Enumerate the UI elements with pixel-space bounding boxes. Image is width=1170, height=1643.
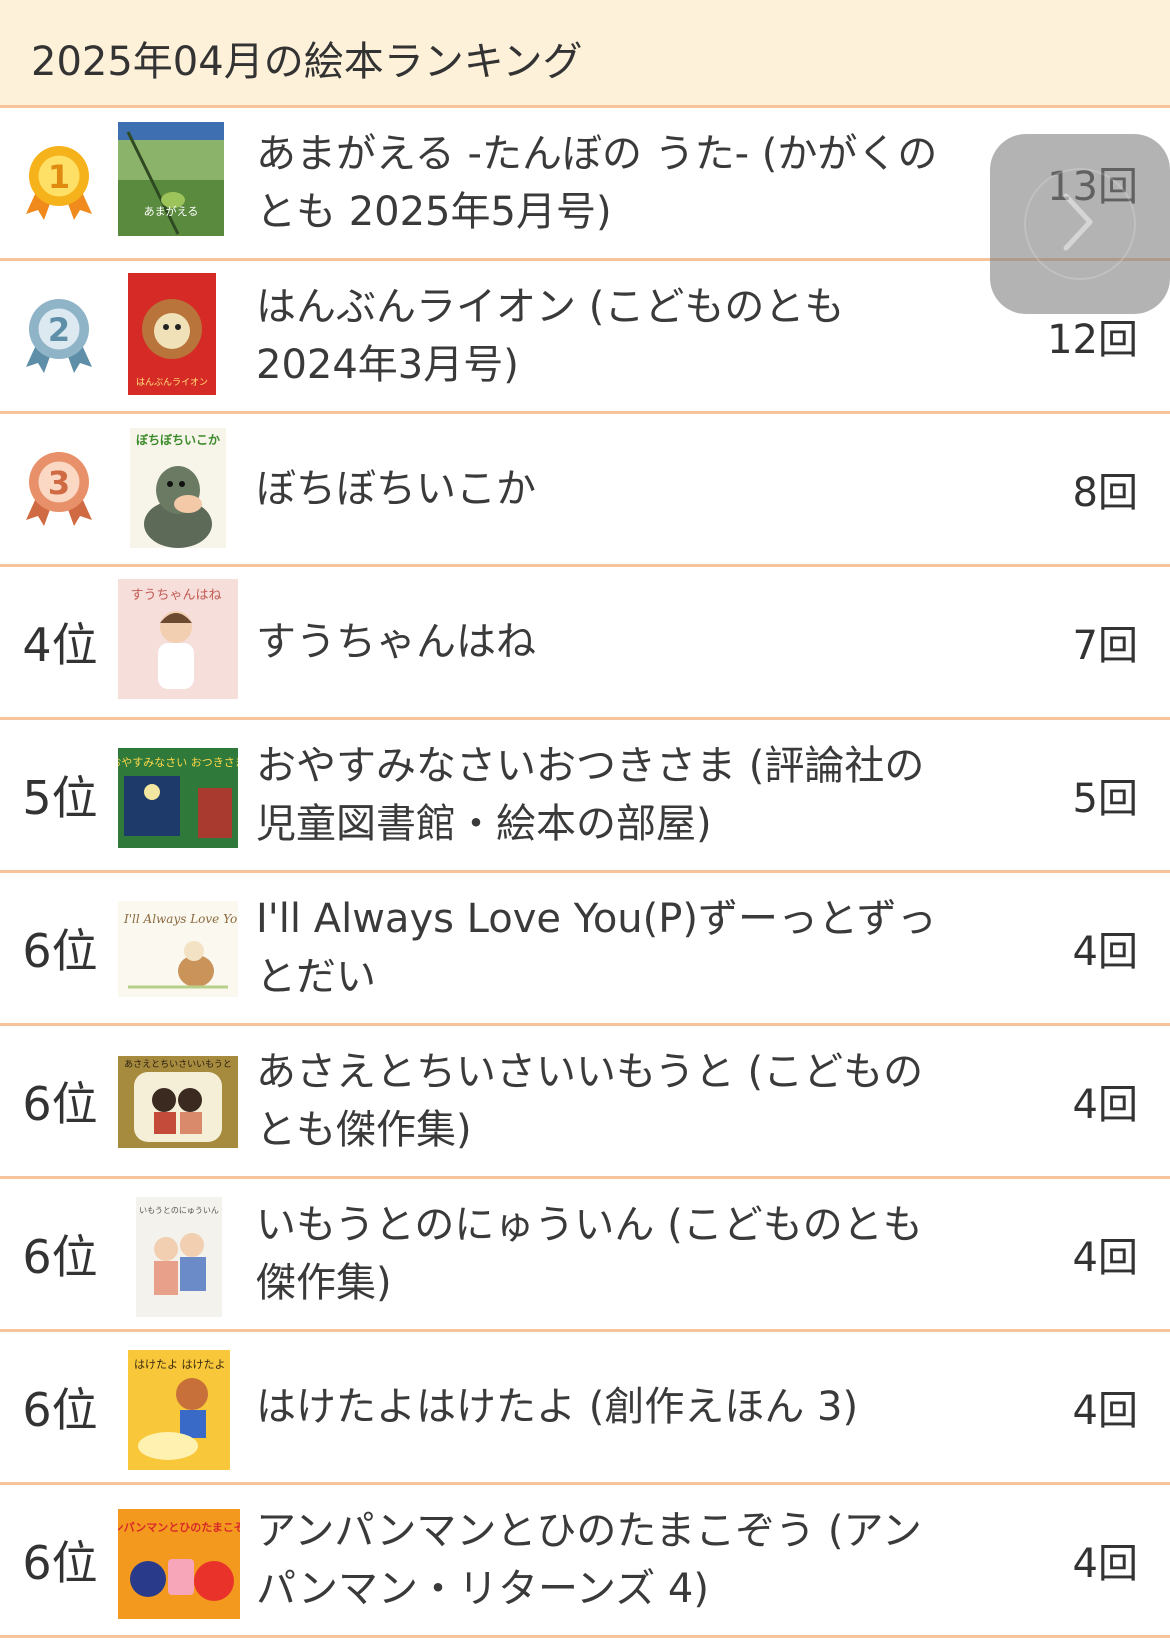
ranking-row[interactable]: 6位 あさえとちいさいいもうと あさえとちいさいいもうと (こどもの とも傑作集…	[0, 1026, 1170, 1179]
book-title[interactable]: すうちゃんはね	[256, 567, 986, 717]
book-cover[interactable]: あまがえる	[118, 122, 224, 236]
rank-label: 6位	[22, 1230, 98, 1284]
book-title[interactable]: ぼちぼちいこか	[256, 414, 986, 564]
rank-label: 6位	[22, 1383, 98, 1437]
ranking-row[interactable]: 6位 はけたよ はけたよ はけたよはけたよ (創作えほん 3) 4回	[0, 1332, 1170, 1485]
book-cover[interactable]: いもうとのにゅういん	[136, 1197, 222, 1317]
read-count: 7回	[1072, 623, 1138, 669]
book-cover[interactable]: アンパンマンとひのたまこぞう	[118, 1509, 240, 1619]
svg-text:はんぶんライオン: はんぶんライオン	[136, 377, 208, 388]
read-count: 4回	[1072, 1082, 1138, 1128]
rank-label: 4位	[22, 618, 98, 672]
ranking-row[interactable]: 3 ぼちぼちいこか ぼちぼちいこか 8回	[0, 414, 1170, 567]
read-count: 8回	[1072, 470, 1138, 516]
svg-text:I'll Always Love You: I'll Always Love You	[123, 912, 238, 926]
svg-text:アンパンマンとひのたまこぞう: アンパンマンとひのたまこぞう	[118, 1521, 240, 1534]
read-count: 4回	[1072, 1235, 1138, 1281]
svg-text:あまがえる: あまがえる	[144, 204, 199, 218]
svg-text:ぼちぼちいこか: ぼちぼちいこか	[136, 433, 220, 447]
svg-text:いもうとのにゅういん: いもうとのにゅういん	[139, 1206, 219, 1215]
next-page-button[interactable]	[990, 134, 1170, 314]
book-cover[interactable]: あさえとちいさいいもうと	[118, 1056, 238, 1148]
book-title[interactable]: はけたよはけたよ (創作えほん 3)	[256, 1332, 986, 1482]
gold-medal-icon: 1	[26, 146, 92, 220]
ranking-row[interactable]: 6位 いもうとのにゅういん いもうとのにゅういん (こどものとも 傑作集) 4回	[0, 1179, 1170, 1332]
chevron-right-icon	[1063, 193, 1093, 251]
ranking-header: 2025年04月の絵本ランキング	[0, 0, 1170, 108]
bronze-medal-icon: 3	[26, 452, 92, 526]
book-cover[interactable]: ぼちぼちいこか	[130, 428, 226, 548]
book-cover[interactable]: すうちゃんはね	[118, 579, 238, 699]
book-title[interactable]: はんぶんライオン (こどものとも 2024年3月号)	[256, 261, 986, 411]
svg-text:あさえとちいさいいもうと: あさえとちいさいいもうと	[124, 1059, 232, 1070]
book-cover[interactable]: I'll Always Love You	[118, 901, 238, 997]
svg-text:すうちゃんはね: すうちゃんはね	[130, 588, 221, 603]
rank-label: 6位	[22, 924, 98, 978]
book-title[interactable]: おやすみなさいおつきさま (評論社の 児童図書館・絵本の部屋)	[256, 720, 986, 870]
page-title: 2025年04月の絵本ランキング	[31, 39, 583, 85]
silver-medal-icon: 2	[26, 299, 92, 373]
read-count: 5回	[1072, 776, 1138, 822]
read-count: 4回	[1072, 1388, 1138, 1434]
ranking-row[interactable]: 6位 アンパンマンとひのたまこぞう アンパンマンとひのたまこぞう (アン パンマ…	[0, 1485, 1170, 1638]
read-count: 4回	[1072, 1541, 1138, 1587]
book-title[interactable]: あまがえる -たんぼの うた- (かがくの とも 2025年5月号)	[256, 108, 986, 258]
book-title[interactable]: アンパンマンとひのたまこぞう (アン パンマン・リターンズ 4)	[256, 1485, 986, 1635]
read-count: 4回	[1072, 929, 1138, 975]
book-cover[interactable]: はけたよ はけたよ	[128, 1350, 230, 1470]
ranking-row[interactable]: 4位 すうちゃんはね すうちゃんはね 7回	[0, 567, 1170, 720]
book-cover[interactable]: おやすみなさい おつきさま	[118, 748, 238, 848]
svg-text:1: 1	[48, 158, 70, 196]
book-title[interactable]: あさえとちいさいいもうと (こどもの とも傑作集)	[256, 1026, 986, 1176]
book-cover[interactable]: はんぶんライオン	[128, 273, 216, 395]
ranking-row[interactable]: 6位 I'll Always Love You I'll Always Love…	[0, 873, 1170, 1026]
book-title[interactable]: I'll Always Love You(P)ずーっとずっ とだい	[256, 873, 986, 1023]
rank-label: 6位	[22, 1536, 98, 1590]
svg-text:おやすみなさい おつきさま: おやすみなさい おつきさま	[118, 756, 238, 769]
rank-label: 6位	[22, 1077, 98, 1131]
svg-text:3: 3	[48, 464, 70, 502]
svg-text:2: 2	[48, 311, 70, 349]
ranking-row[interactable]: 5位 おやすみなさい おつきさま おやすみなさいおつきさま (評論社の 児童図書…	[0, 720, 1170, 873]
book-title[interactable]: いもうとのにゅういん (こどものとも 傑作集)	[256, 1179, 986, 1329]
rank-label: 5位	[22, 771, 98, 825]
svg-text:はけたよ はけたよ: はけたよ はけたよ	[134, 1358, 226, 1371]
